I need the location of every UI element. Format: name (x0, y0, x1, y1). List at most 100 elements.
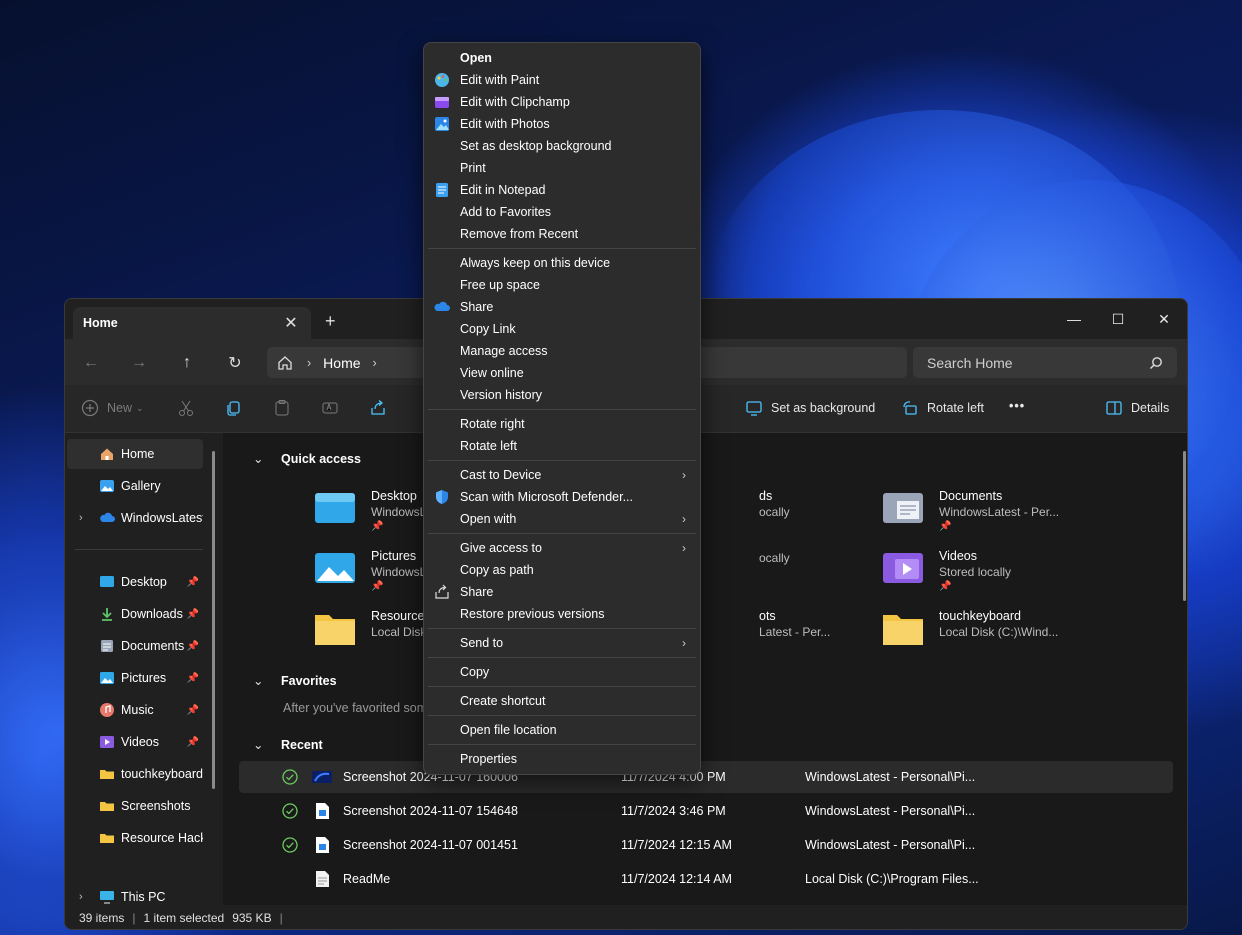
rotate-left-label: Rotate left (927, 401, 984, 415)
search-icon (1150, 356, 1162, 369)
menu-item-edit-in-notepad[interactable]: Edit in Notepad (428, 179, 696, 201)
quick-access-header[interactable]: ⌄ Quick access (253, 451, 361, 467)
menu-item-create-shortcut[interactable]: Create shortcut (428, 690, 696, 712)
menu-item-give-access-to[interactable]: Give access to › (428, 537, 696, 559)
quick-access-item-documents[interactable]: Documents WindowsLatest - Per... 📌 (881, 489, 1059, 532)
menu-item-edit-with-clipchamp[interactable]: Edit with Clipchamp (428, 91, 696, 113)
menu-item-label: Manage access (460, 344, 548, 358)
recent-file-row[interactable]: Screenshot 2024-11-07 160006 11/7/2024 4… (239, 761, 1173, 793)
menu-item-restore-previous-versions[interactable]: Restore previous versions (428, 603, 696, 625)
quick-access-item-music[interactable]: ocally (759, 549, 790, 565)
menu-item-share[interactable]: Share (428, 581, 696, 603)
chevron-right-icon: › (682, 468, 686, 482)
menu-separator (428, 657, 696, 658)
share-button[interactable] (369, 399, 395, 417)
paste-button[interactable] (273, 399, 299, 417)
sidebar-item-pictures[interactable]: Pictures 📌 (67, 663, 203, 693)
menu-item-send-to[interactable]: Send to › (428, 632, 696, 654)
sidebar-item-gallery[interactable]: Gallery (67, 471, 203, 501)
menu-item-copy-link[interactable]: Copy Link (428, 318, 696, 340)
menu-item-add-to-favorites[interactable]: Add to Favorites (428, 201, 696, 223)
up-button[interactable]: ↑ (175, 351, 199, 375)
menu-item-print[interactable]: Print (428, 157, 696, 179)
recent-file-row[interactable]: Screenshot 2024-11-07 154648 11/7/2024 3… (239, 795, 1173, 827)
search-placeholder: Search Home (927, 354, 1013, 371)
menu-item-version-history[interactable]: Version history (428, 384, 696, 406)
recent-header[interactable]: ⌄ Recent (253, 737, 323, 753)
menu-item-scan-with-microsoft-defender[interactable]: Scan with Microsoft Defender... (428, 486, 696, 508)
refresh-button[interactable]: ↻ (223, 351, 247, 375)
sidebar-item-music[interactable]: Music 📌 (67, 695, 203, 725)
more-options-button[interactable]: ••• (1009, 399, 1025, 413)
minimize-button[interactable]: — (1051, 305, 1097, 333)
menu-item-cast-to-device[interactable]: Cast to Device › (428, 464, 696, 486)
chevron-down-icon: ⌄ (253, 738, 264, 752)
menu-item-label: Restore previous versions (460, 607, 605, 621)
sidebar-item-videos[interactable]: Videos 📌 (67, 727, 203, 757)
new-button[interactable]: New ⌄ (81, 399, 144, 417)
favorites-header[interactable]: ⌄ Favorites (253, 673, 337, 689)
sidebar-item-windowslatest[interactable]: › WindowsLatest (67, 503, 203, 533)
menu-item-free-up-space[interactable]: Free up space (428, 274, 696, 296)
menu-item-remove-from-recent[interactable]: Remove from Recent (428, 223, 696, 245)
sidebar-item-desktop[interactable]: Desktop 📌 (67, 567, 203, 597)
file-location: WindowsLatest - Personal\Pi... (805, 838, 976, 852)
sidebar-item-documents[interactable]: Documents 📌 (67, 631, 203, 661)
cut-button[interactable] (177, 399, 203, 417)
back-button[interactable]: ← (79, 351, 103, 375)
image-file-icon (316, 837, 329, 853)
sidebar-item-resource-hacker[interactable]: Resource Hacke (67, 823, 203, 853)
menu-item-always-keep-on-this-device[interactable]: Always keep on this device (428, 252, 696, 274)
sidebar-scrollbar[interactable] (212, 451, 215, 789)
selection-count: 1 item selected (143, 911, 225, 925)
menu-item-copy[interactable]: Copy (428, 661, 696, 683)
sidebar-item-touchkeyboard[interactable]: touchkeyboard (67, 759, 203, 789)
sidebar-item-screenshots[interactable]: Screenshots (67, 791, 203, 821)
maximize-button[interactable]: ☐ (1095, 305, 1141, 333)
breadcrumb-home[interactable]: Home (323, 355, 360, 371)
menu-item-open-file-location[interactable]: Open file location (428, 719, 696, 741)
quick-access-item-videos[interactable]: Videos Stored locally 📌 (881, 549, 1011, 592)
desktop-icon (100, 576, 114, 587)
tab-home[interactable]: Home ✕ (73, 307, 311, 339)
close-button[interactable]: ✕ (1141, 305, 1187, 333)
menu-item-copy-as-path[interactable]: Copy as path (428, 559, 696, 581)
menu-item-label: Free up space (460, 278, 540, 292)
menu-item-rotate-left[interactable]: Rotate left (428, 435, 696, 457)
details-button[interactable]: Details (1105, 399, 1169, 417)
sidebar-item-downloads[interactable]: Downloads 📌 (67, 599, 203, 629)
forward-button[interactable]: → (127, 351, 151, 375)
quick-access-item-downloads[interactable]: ds ocally (759, 489, 790, 519)
rename-button[interactable] (321, 399, 347, 417)
recent-file-row[interactable]: ReadMe 11/7/2024 12:14 AM Local Disk (C:… (239, 863, 1173, 895)
menu-item-properties[interactable]: Properties (428, 748, 696, 770)
menu-item-rotate-right[interactable]: Rotate right (428, 413, 696, 435)
tab-close-icon[interactable]: ✕ (281, 313, 301, 333)
rotate-left-button[interactable]: Rotate left (901, 399, 984, 417)
set-as-background-button[interactable]: Set as background (745, 399, 875, 417)
menu-item-open-with[interactable]: Open with › (428, 508, 696, 530)
chevron-right-icon: › (682, 541, 686, 555)
quick-access-item-screenshots[interactable]: ots Latest - Per... (759, 609, 830, 639)
sidebar-item-this-pc[interactable]: › This PC (67, 887, 203, 907)
new-tab-button[interactable]: + (325, 311, 336, 332)
quick-access-item-pictures[interactable]: Pictures WindowsL 📌 (313, 549, 426, 592)
menu-separator (428, 533, 696, 534)
recent-file-row[interactable]: Screenshot 2024-11-07 001451 11/7/2024 1… (239, 829, 1173, 861)
quick-access-item-resource-hacker[interactable]: Resource I Local Disk (313, 609, 431, 649)
quick-access-item-desktop[interactable]: Desktop WindowsL 📌 (313, 489, 426, 532)
menu-item-manage-access[interactable]: Manage access (428, 340, 696, 362)
content-scrollbar[interactable] (1183, 451, 1186, 601)
search-input[interactable]: Search Home (913, 347, 1177, 378)
menu-item-edit-with-paint[interactable]: Edit with Paint (428, 69, 696, 91)
menu-item-set-as-desktop-background[interactable]: Set as desktop background (428, 135, 696, 157)
file-date: 11/7/2024 12:15 AM (621, 838, 732, 852)
menu-item-view-online[interactable]: View online (428, 362, 696, 384)
copy-button[interactable] (225, 399, 251, 417)
sidebar-item-home[interactable]: Home (67, 439, 203, 469)
menu-item-edit-with-photos[interactable]: Edit with Photos (428, 113, 696, 135)
quick-access-item-touchkeyboard[interactable]: touchkeyboard Local Disk (C:)\Wind... (881, 609, 1058, 649)
menu-item-share[interactable]: Share (428, 296, 696, 318)
menu-item-label: Cast to Device (460, 468, 542, 482)
menu-item-open[interactable]: Open (428, 47, 696, 69)
